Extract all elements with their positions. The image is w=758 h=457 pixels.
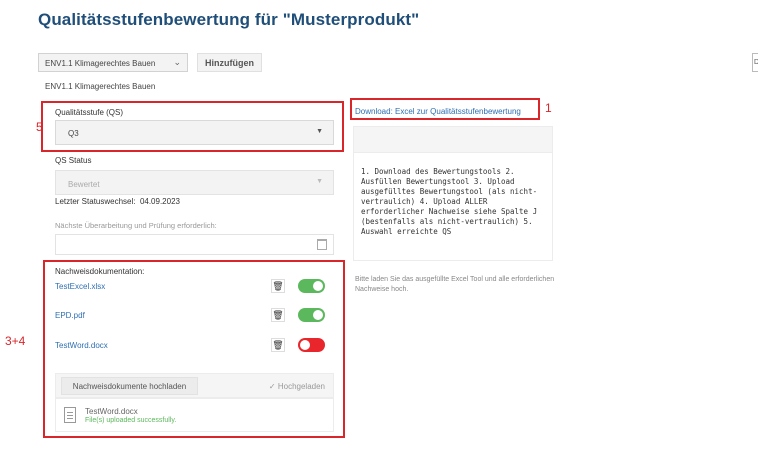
- criterion-select[interactable]: ENV1.1 Klimagerechtes Bauen ⌄: [38, 53, 188, 72]
- qs-status-label: QS Status: [55, 156, 92, 165]
- review-date-input[interactable]: [55, 234, 334, 255]
- calendar-icon[interactable]: [317, 239, 327, 250]
- last-status-change: Letzter Statuswechsel: 04.09.2023: [55, 197, 180, 206]
- annotation-box-documents: [43, 260, 345, 438]
- instructions-text: 1. Download des Bewertungstools 2. Ausfü…: [361, 167, 538, 236]
- qs-status-value: Bewertet: [68, 180, 100, 189]
- section-label: ENV1.1 Klimagerechtes Bauen: [45, 82, 156, 91]
- review-label: Nächste Überarbeitung und Prüfung erford…: [55, 221, 217, 230]
- annotation-box-qs: [41, 101, 344, 152]
- annotation-box-download: [350, 98, 540, 120]
- chevron-down-icon: ⌄: [173, 57, 181, 67]
- annotation-number-download: 1: [545, 101, 552, 115]
- upload-hint: Bitte laden Sie das ausgefüllte Excel To…: [355, 276, 555, 293]
- criterion-select-value: ENV1.1 Klimagerechtes Bauen: [45, 59, 156, 68]
- right-edge-button[interactable]: D: [752, 53, 758, 72]
- annotation-number-documents: 3+4: [5, 334, 26, 348]
- instructions-box: 1. Download des Bewertungstools 2. Ausfü…: [353, 126, 553, 261]
- last-status-change-value: 04.09.2023: [139, 197, 180, 206]
- caret-down-icon: ▼: [316, 178, 323, 185]
- qs-status-select: Bewertet ▼: [55, 170, 334, 195]
- page-title: Qualitätsstufenbewertung für "Musterprod…: [38, 10, 420, 29]
- annotation-number-qs: 5: [36, 120, 43, 134]
- instructions-header: [354, 127, 552, 153]
- add-button[interactable]: Hinzufügen: [197, 53, 262, 72]
- last-status-change-label: Letzter Statuswechsel:: [55, 197, 136, 206]
